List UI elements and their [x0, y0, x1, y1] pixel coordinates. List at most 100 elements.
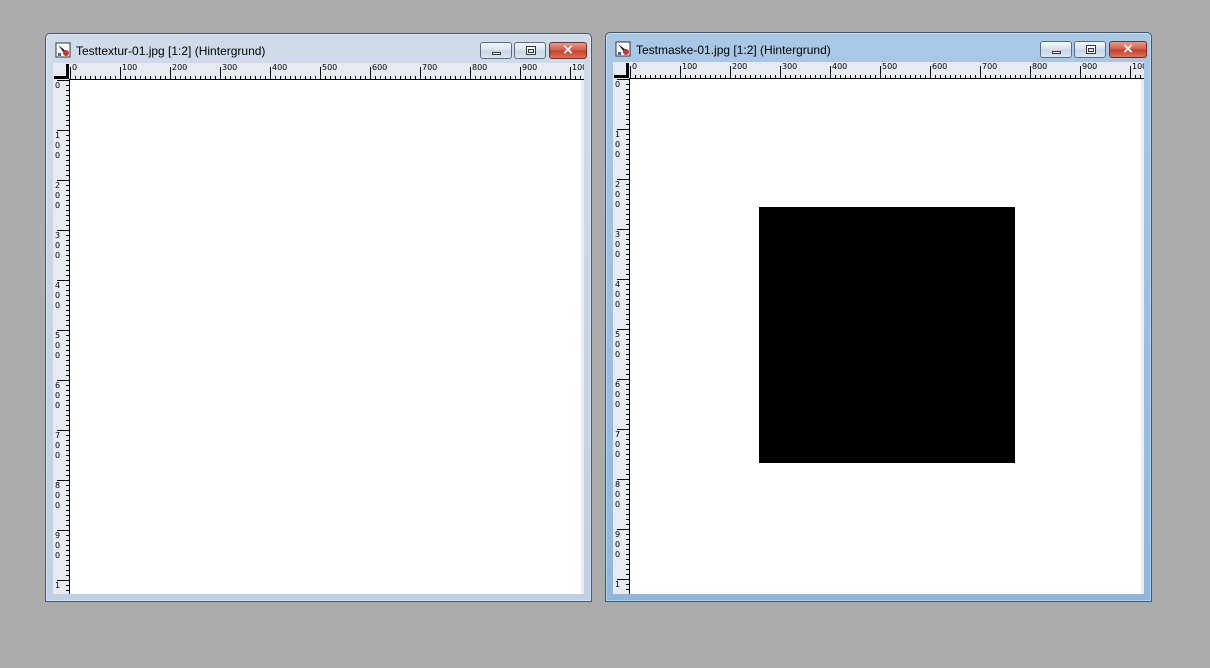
image-canvas[interactable] — [630, 79, 1144, 594]
close-button[interactable]: × — [549, 42, 587, 59]
ruler-label: 800 — [54, 481, 61, 510]
ruler-tick — [245, 76, 246, 79]
ruler-tick — [1135, 75, 1136, 78]
ruler-tick — [230, 76, 231, 79]
ruler-tick — [66, 450, 69, 451]
ruler-tick — [685, 75, 686, 78]
ruler-tick — [875, 75, 876, 78]
ruler-tick — [66, 490, 69, 491]
ruler-label: 700 — [982, 62, 998, 71]
ruler-tick — [66, 125, 69, 126]
ruler-tick — [310, 76, 311, 79]
ruler-tick — [66, 410, 69, 411]
ruler-tick — [680, 66, 681, 78]
ruler-origin[interactable] — [613, 62, 629, 78]
ruler-tick — [70, 67, 71, 79]
image-window-testtextur[interactable]: Testtextur-01.jpg [1:2] (Hintergrund) × … — [45, 33, 592, 602]
ruler-tick — [66, 145, 69, 146]
horizontal-ruler[interactable]: 0 100 200 300 400 500 600 700 800 900 100 — [629, 62, 1144, 79]
ruler-tick — [66, 310, 69, 311]
ruler-tick — [626, 569, 629, 570]
ruler-tick — [575, 76, 576, 79]
ruler-tick — [355, 76, 356, 79]
paint-app-icon — [55, 42, 71, 58]
ruler-tick — [885, 75, 886, 78]
maximize-button[interactable] — [1074, 41, 1106, 58]
image-canvas[interactable] — [70, 80, 584, 594]
ruler-tick — [66, 300, 69, 301]
maximize-button[interactable] — [514, 42, 546, 59]
ruler-tick — [175, 76, 176, 79]
ruler-tick — [626, 489, 629, 490]
ruler-tick — [265, 76, 266, 79]
ruler-tick — [626, 399, 629, 400]
ruler-tick — [405, 76, 406, 79]
ruler-tick — [975, 75, 976, 78]
ruler-tick — [920, 75, 921, 78]
ruler-tick — [626, 254, 629, 255]
ruler-tick — [626, 139, 629, 140]
ruler-tick — [626, 389, 629, 390]
ruler-tick — [165, 76, 166, 79]
ruler-tick — [90, 76, 91, 79]
ruler-tick — [130, 76, 131, 79]
ruler-tick — [626, 459, 629, 460]
ruler-label: 400 — [54, 281, 61, 310]
ruler-tick — [66, 360, 69, 361]
ruler-tick — [626, 119, 629, 120]
ruler-tick — [1140, 75, 1141, 78]
paint-app-icon — [615, 41, 631, 57]
ruler-label: 300 — [782, 62, 798, 71]
ruler-tick — [66, 305, 69, 306]
ruler-tick — [66, 350, 69, 351]
ruler-tick — [626, 364, 629, 365]
ruler-tick — [260, 76, 261, 79]
ruler-tick — [990, 75, 991, 78]
ruler-tick — [66, 345, 69, 346]
title-bar[interactable]: Testtextur-01.jpg [1:2] (Hintergrund) × — [46, 34, 591, 63]
ruler-tick — [626, 304, 629, 305]
vertical-ruler[interactable]: 0 100 200 300 400 500 600 700 800 900 1 — [53, 79, 70, 594]
ruler-tick — [626, 539, 629, 540]
ruler-tick — [626, 224, 629, 225]
ruler-tick — [350, 76, 351, 79]
ruler-tick — [626, 99, 629, 100]
ruler-tick — [66, 285, 69, 286]
ruler-tick — [66, 485, 69, 486]
ruler-tick — [345, 76, 346, 79]
image-window-testmaske[interactable]: Testmaske-01.jpg [1:2] (Hintergrund) × 0… — [605, 32, 1152, 602]
ruler-label: 500 — [882, 62, 898, 71]
minimize-button[interactable] — [1040, 41, 1072, 58]
ruler-tick — [545, 76, 546, 79]
ruler-tick — [626, 214, 629, 215]
title-bar[interactable]: Testmaske-01.jpg [1:2] (Hintergrund) × — [606, 33, 1151, 62]
ruler-tick — [825, 75, 826, 78]
ruler-label: 0 — [72, 63, 78, 72]
close-button[interactable]: × — [1109, 41, 1147, 58]
ruler-tick — [626, 134, 629, 135]
ruler-label: 100 — [1132, 62, 1144, 71]
ruler-tick — [66, 565, 69, 566]
ruler-tick — [360, 76, 361, 79]
ruler-tick — [380, 76, 381, 79]
ruler-tick — [100, 76, 101, 79]
ruler-tick — [1110, 75, 1111, 78]
horizontal-ruler[interactable]: 0 100 200 300 400 500 600 700 800 900 100 — [69, 63, 584, 80]
ruler-label: 600 — [54, 381, 61, 410]
ruler-tick — [66, 385, 69, 386]
ruler-tick — [785, 75, 786, 78]
ruler-label: 100 — [682, 62, 698, 71]
ruler-tick — [66, 475, 69, 476]
ruler-origin[interactable] — [53, 63, 69, 79]
ruler-tick — [850, 75, 851, 78]
ruler-tick — [66, 515, 69, 516]
ruler-tick — [626, 204, 629, 205]
minimize-button[interactable] — [480, 42, 512, 59]
ruler-tick — [530, 76, 531, 79]
ruler-tick — [66, 560, 69, 561]
ruler-tick — [220, 67, 221, 79]
ruler-tick — [626, 269, 629, 270]
ruler-tick — [626, 324, 629, 325]
vertical-ruler[interactable]: 0 100 200 300 400 500 600 700 800 900 1 — [613, 78, 630, 594]
ruler-tick — [66, 225, 69, 226]
